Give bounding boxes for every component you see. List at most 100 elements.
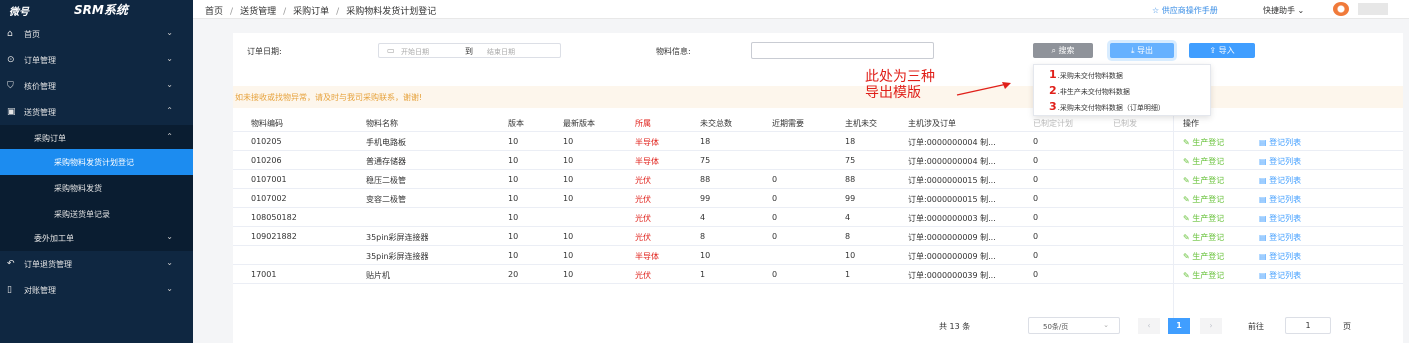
production-register-link[interactable]: ✎ 生产登记 bbox=[1183, 232, 1224, 243]
table-cell: 订单:0000000004 制... bbox=[908, 138, 996, 147]
column-header: 物料编码 bbox=[251, 119, 283, 128]
table-cell: 4 bbox=[845, 213, 851, 222]
chevron-down-icon: ⌄ bbox=[166, 258, 173, 267]
order-date-range-picker[interactable]: ▭ 开始日期 到 结束日期 bbox=[378, 43, 561, 58]
main-content: 订单日期: ▭ 开始日期 到 结束日期 物料信息: ⌕ 搜索 ⤓ 导出 ⇪ 导入… bbox=[193, 19, 1409, 343]
sidebar-item-delivery[interactable]: ▣ 送货管理 ⌃ bbox=[0, 99, 193, 125]
return-icon: ↶ bbox=[7, 259, 15, 269]
edit-icon: ✎ bbox=[1183, 176, 1190, 185]
annotation-line: 此处为三种 bbox=[865, 69, 935, 85]
table-cell: 75 bbox=[700, 156, 711, 165]
material-info-input[interactable] bbox=[751, 42, 934, 59]
export-button[interactable]: ⤓ 导出 bbox=[1110, 43, 1174, 58]
sidebar-item-label: 核价管理 bbox=[24, 82, 56, 91]
table-cell: 10 bbox=[563, 175, 574, 184]
breadcrumb: 首页 / 送货管理 / 采购订单 / 采购物料发货计划登记 bbox=[205, 4, 436, 17]
sidebar-item-returns[interactable]: ↶ 订单退货管理 ⌄ bbox=[0, 251, 193, 277]
table-cell: 光伏 bbox=[635, 176, 651, 185]
register-list-link[interactable]: ▤ 登记列表 bbox=[1259, 270, 1301, 281]
register-list-link[interactable]: ▤ 登记列表 bbox=[1259, 213, 1301, 224]
table-cell: 订单:0000000003 制... bbox=[908, 214, 996, 223]
sidebar-item-delivery-plan[interactable]: 采购物料发货计划登记 bbox=[0, 149, 193, 175]
export-option-2[interactable]: 2.非生产未交付物料数据 bbox=[1049, 84, 1130, 97]
next-page-button[interactable]: › bbox=[1200, 318, 1222, 334]
production-register-link[interactable]: ✎ 生产登记 bbox=[1183, 194, 1224, 205]
range-separator: 到 bbox=[465, 47, 473, 56]
page-size-select[interactable]: 50条/页 ⌄ bbox=[1028, 317, 1120, 334]
table-row: 010205 手机电路板 10 10 半导体 18 18 订单:0000000004 制...… bbox=[233, 132, 1403, 151]
search-button[interactable]: ⌕ 搜索 bbox=[1033, 43, 1093, 58]
table-cell: 8 bbox=[700, 232, 706, 241]
export-option-number: 3 bbox=[1049, 100, 1057, 113]
table-cell: 稳压二极管 bbox=[366, 176, 406, 185]
column-header: 所属 bbox=[635, 119, 651, 128]
goto-page-input[interactable]: 1 bbox=[1285, 317, 1331, 334]
table-cell: 0 bbox=[1033, 270, 1039, 279]
breadcrumb-item[interactable]: 采购订单 bbox=[293, 7, 329, 17]
page-suffix: 页 bbox=[1343, 322, 1351, 331]
table-cell: 手机电路板 bbox=[366, 138, 406, 147]
sidebar-item-reconciliation[interactable]: ▯ 对账管理 ⌄ bbox=[0, 277, 193, 303]
sidebar-item-outsourcing[interactable]: 委外加工单 ⌄ bbox=[0, 225, 193, 251]
table-cell: 0 bbox=[1033, 156, 1039, 165]
production-register-link[interactable]: ✎ 生产登记 bbox=[1183, 251, 1224, 262]
table-row: 35pin彩屏连接器 10 10 半导体 10 10 订单:0000000009 制... 0… bbox=[233, 246, 1403, 265]
sidebar-item-delivery-records[interactable]: 采购送货单记录 bbox=[0, 201, 193, 227]
sidebar-item-purchase-order[interactable]: 采购订单 ⌃ bbox=[0, 125, 193, 151]
list-icon: ▤ bbox=[1259, 195, 1267, 204]
system-name: SRM系统 bbox=[74, 3, 128, 17]
production-register-link[interactable]: ✎ 生产登记 bbox=[1183, 137, 1224, 148]
table-cell: 18 bbox=[845, 137, 856, 146]
manual-link[interactable]: ☆ 供应商操作手册 bbox=[1152, 5, 1218, 16]
register-list-link[interactable]: ▤ 登记列表 bbox=[1259, 232, 1301, 243]
register-list-link[interactable]: ▤ 登记列表 bbox=[1259, 156, 1301, 167]
export-option-3[interactable]: 3.采购未交付物料数据（订单明细） bbox=[1049, 100, 1165, 113]
register-list-link[interactable]: ▤ 登记列表 bbox=[1259, 194, 1301, 205]
chevron-down-icon: ⌄ bbox=[1297, 6, 1305, 15]
export-option-label: 采购未交付物料数据（订单明细） bbox=[1059, 104, 1165, 112]
register-list-link[interactable]: ▤ 登记列表 bbox=[1259, 175, 1301, 186]
sidebar-item-home[interactable]: ⌂ 首页 ⌄ bbox=[0, 21, 193, 47]
sidebar-item-label: 委外加工单 bbox=[34, 234, 74, 243]
export-option-1[interactable]: 1.采购未交付物料数据 bbox=[1049, 68, 1123, 81]
register-list-label: 登记列表 bbox=[1269, 138, 1302, 147]
table-cell: 0 bbox=[1033, 175, 1039, 184]
home-icon: ⌂ bbox=[7, 29, 13, 39]
table-cell: 0107002 bbox=[251, 194, 287, 203]
register-list-link[interactable]: ▤ 登记列表 bbox=[1259, 251, 1301, 262]
register-list-link[interactable]: ▤ 登记列表 bbox=[1259, 137, 1301, 148]
production-register-label: 生产登记 bbox=[1192, 271, 1225, 280]
avatar[interactable] bbox=[1333, 2, 1349, 16]
prev-page-button[interactable]: ‹ bbox=[1138, 318, 1160, 334]
table-cell: 订单:0000000009 制... bbox=[908, 252, 996, 261]
list-icon: ▤ bbox=[1259, 233, 1267, 242]
helper-dropdown[interactable]: 快捷助手 ⌄ bbox=[1263, 5, 1304, 16]
production-register-link[interactable]: ✎ 生产登记 bbox=[1183, 175, 1224, 186]
table-cell: 订单:0000000009 制... bbox=[908, 233, 996, 242]
page-number-button[interactable]: 1 bbox=[1168, 318, 1190, 334]
sidebar-item-orders[interactable]: ⊙ 订单管理 ⌄ bbox=[0, 47, 193, 73]
register-list-label: 登记列表 bbox=[1269, 233, 1302, 242]
breadcrumb-home[interactable]: 首页 bbox=[205, 7, 223, 17]
order-date-label: 订单日期: bbox=[247, 47, 282, 56]
table-cell: 10 bbox=[508, 232, 519, 241]
sidebar-item-label: 对账管理 bbox=[24, 286, 56, 295]
table-cell: 订单:0000000015 制... bbox=[908, 195, 996, 204]
production-register-link[interactable]: ✎ 生产登记 bbox=[1183, 213, 1224, 224]
import-button[interactable]: ⇪ 导入 bbox=[1189, 43, 1255, 58]
search-button-label: 搜索 bbox=[1058, 46, 1075, 55]
breadcrumb-item[interactable]: 送货管理 bbox=[240, 7, 276, 17]
edit-icon: ✎ bbox=[1183, 157, 1190, 166]
chevron-up-icon: ⌃ bbox=[166, 132, 173, 141]
production-register-link[interactable]: ✎ 生产登记 bbox=[1183, 270, 1224, 281]
sidebar-item-material-delivery[interactable]: 采购物料发货 bbox=[0, 175, 193, 201]
table-cell: 10 bbox=[563, 232, 574, 241]
import-button-label: 导入 bbox=[1218, 46, 1235, 55]
export-option-label: 非生产未交付物料数据 bbox=[1059, 88, 1130, 96]
list-icon: ▤ bbox=[1259, 176, 1267, 185]
user-name-redacted[interactable] bbox=[1358, 3, 1388, 15]
production-register-link[interactable]: ✎ 生产登记 bbox=[1183, 156, 1224, 167]
table-cell: 10 bbox=[508, 156, 519, 165]
sidebar-item-pricing[interactable]: ⛉ 核价管理 ⌄ bbox=[0, 73, 193, 99]
table-cell: 1 bbox=[845, 270, 851, 279]
